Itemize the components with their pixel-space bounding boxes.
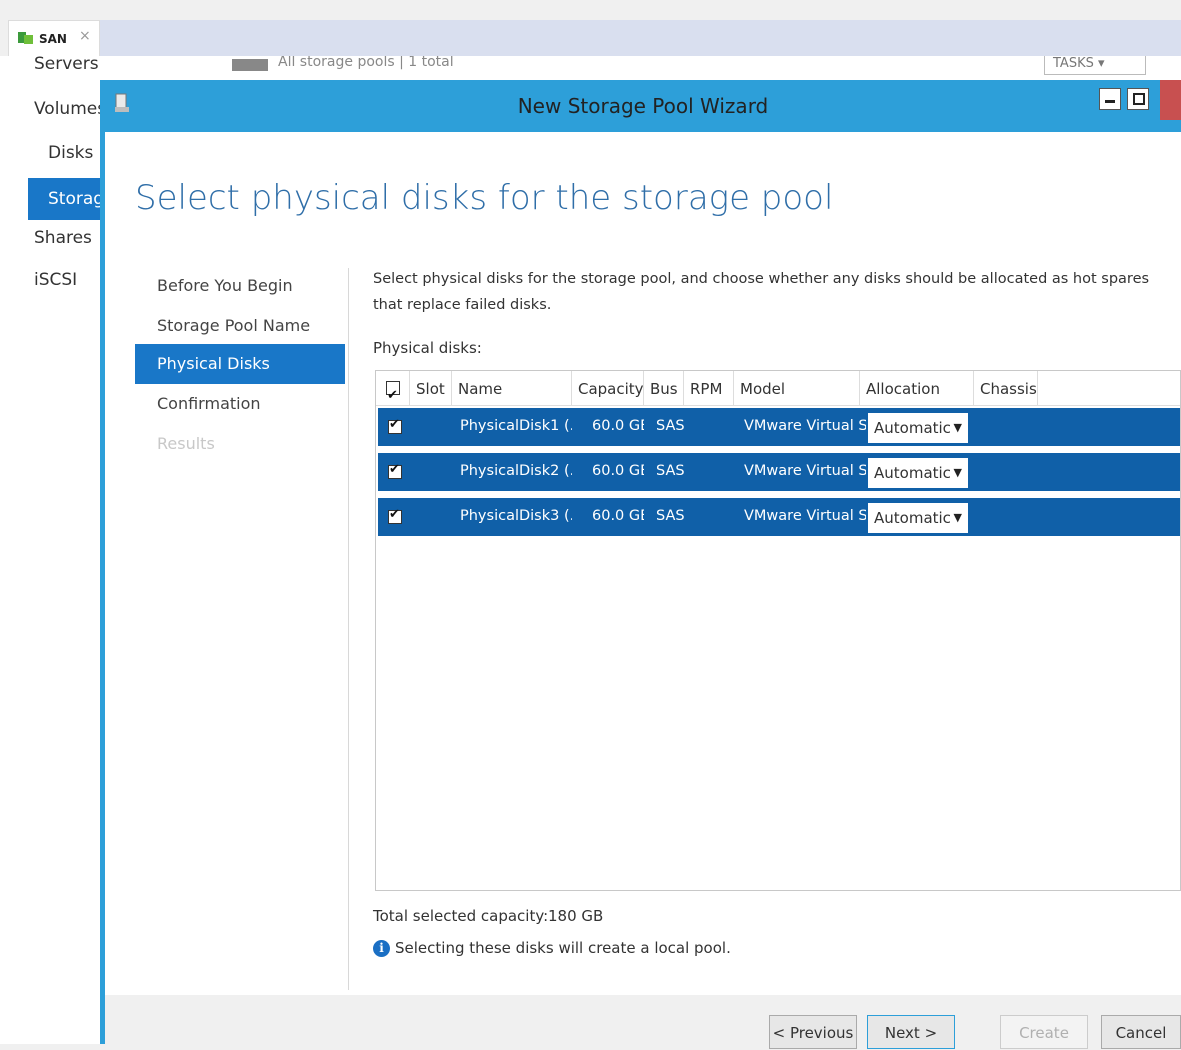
server-tab[interactable]: SAN × xyxy=(8,20,100,57)
step-results: Results xyxy=(157,434,215,453)
select-all-header[interactable] xyxy=(376,371,410,405)
col-allocation[interactable]: Allocation xyxy=(860,371,974,405)
disk-model: VMware Virtual S xyxy=(744,418,866,434)
disk-chassis xyxy=(982,453,1042,491)
grid-header: Slot Name Capacity Bus RPM Model Allocat… xyxy=(376,371,1180,406)
bg-nav-item-disks[interactable]: Disks xyxy=(48,143,93,163)
bg-nav-item-servers[interactable]: Servers xyxy=(34,54,99,74)
disk-checkbox[interactable] xyxy=(388,462,402,479)
disk-row[interactable]: PhysicalDisk3 (... 60.0 GB SAS VMware Virtu… xyxy=(378,498,1180,536)
allocation-dropdown[interactable]: Automatic ▼ xyxy=(868,413,968,443)
step-before-you-begin[interactable]: Before You Begin xyxy=(135,266,345,306)
close-window-button[interactable] xyxy=(1160,80,1181,120)
disk-model: VMware Virtual S xyxy=(744,508,866,524)
disk-bus: SAS xyxy=(656,508,685,524)
disk-slot xyxy=(422,498,452,536)
disk-name: PhysicalDisk3 (... xyxy=(460,508,572,524)
server-manager-icon xyxy=(18,32,33,44)
server-tab-label: SAN xyxy=(39,32,67,46)
disk-capacity: 60.0 GB xyxy=(592,418,644,434)
step-physical-disks[interactable]: Physical Disks xyxy=(135,344,345,384)
col-rpm[interactable]: RPM xyxy=(684,371,734,405)
allocation-dropdown[interactable]: Automatic ▼ xyxy=(868,503,968,533)
storage-pools-header: All storage pools | 1 total TASKS ▾ xyxy=(100,56,1181,80)
total-capacity-value: 180 GB xyxy=(548,907,604,925)
disk-slot xyxy=(422,408,452,446)
page-title: Select physical disks for the storage po… xyxy=(135,178,834,218)
disk-row[interactable]: PhysicalDisk2 (... 60.0 GB SAS VMware Virtu… xyxy=(378,453,1180,491)
disk-rpm xyxy=(694,498,734,536)
disk-chassis xyxy=(982,408,1042,446)
allocation-value: Automatic xyxy=(874,464,951,482)
col-name[interactable]: Name xyxy=(452,371,572,405)
disk-rpm xyxy=(694,453,734,491)
disk-row[interactable]: PhysicalDisk1 (... 60.0 GB SAS VMware Virtu… xyxy=(378,408,1180,446)
bg-nav-item-storage-pools[interactable]: Storag xyxy=(28,178,100,220)
disk-name: PhysicalDisk1 (... xyxy=(460,418,572,434)
bg-nav-item-iscsi[interactable]: iSCSI xyxy=(34,270,77,290)
physical-disks-grid[interactable]: Slot Name Capacity Bus RPM Model Allocat… xyxy=(375,370,1181,891)
tasks-dropdown[interactable]: TASKS ▾ xyxy=(1044,56,1146,75)
step-confirmation[interactable]: Confirmation xyxy=(135,384,345,424)
allocation-dropdown[interactable]: Automatic ▼ xyxy=(868,458,968,488)
disk-model: VMware Virtual S xyxy=(744,463,866,479)
storage-pools-icon xyxy=(232,59,268,71)
disk-bus: SAS xyxy=(656,463,685,479)
wizard-titlebar: New Storage Pool Wizard xyxy=(105,80,1181,132)
total-capacity-label: Total selected capacity: xyxy=(373,907,549,925)
steps-divider xyxy=(348,268,349,990)
bg-nav-item-volumes[interactable]: Volumes xyxy=(34,99,106,119)
disk-chassis xyxy=(982,498,1042,536)
info-icon: i xyxy=(373,940,390,957)
col-model[interactable]: Model xyxy=(734,371,860,405)
wizard-title: New Storage Pool Wizard xyxy=(517,94,769,118)
minimize-icon[interactable] xyxy=(1099,88,1121,110)
disk-name: PhysicalDisk2 (... xyxy=(460,463,572,479)
pool-info-message: Selecting these disks will create a loca… xyxy=(395,939,731,957)
close-tab-icon[interactable]: × xyxy=(79,28,91,44)
allocation-value: Automatic xyxy=(874,419,951,437)
disk-rpm xyxy=(694,408,734,446)
page-description: Select physical disks for the storage po… xyxy=(373,271,1150,313)
dropdown-arrow-icon: ▼ xyxy=(953,421,962,434)
dropdown-arrow-icon: ▼ xyxy=(953,511,962,524)
select-all-checkbox[interactable] xyxy=(386,378,400,405)
physical-disks-label: Physical disks: xyxy=(373,339,482,357)
new-storage-pool-wizard: New Storage Pool Wizard Select physical … xyxy=(100,80,1181,1049)
disk-capacity: 60.0 GB xyxy=(592,463,644,479)
step-storage-pool-name[interactable]: Storage Pool Name xyxy=(135,306,345,346)
wizard-footer: < Previous Next > Create Cancel xyxy=(105,995,1181,1049)
dropdown-arrow-icon: ▼ xyxy=(953,466,962,479)
col-capacity[interactable]: Capacity xyxy=(572,371,644,405)
maximize-icon[interactable] xyxy=(1127,88,1149,110)
col-slot[interactable]: Slot xyxy=(410,371,452,405)
col-bus[interactable]: Bus xyxy=(644,371,684,405)
storage-pools-summary: All storage pools | 1 total xyxy=(278,56,454,70)
disk-checkbox[interactable] xyxy=(388,417,402,434)
allocation-value: Automatic xyxy=(874,509,951,527)
disk-capacity: 60.0 GB xyxy=(592,508,644,524)
col-chassis[interactable]: Chassis xyxy=(974,371,1038,405)
bg-nav-item-shares[interactable]: Shares xyxy=(34,228,92,248)
disk-bus: SAS xyxy=(656,418,685,434)
disk-checkbox[interactable] xyxy=(388,507,402,524)
disk-slot xyxy=(422,453,452,491)
